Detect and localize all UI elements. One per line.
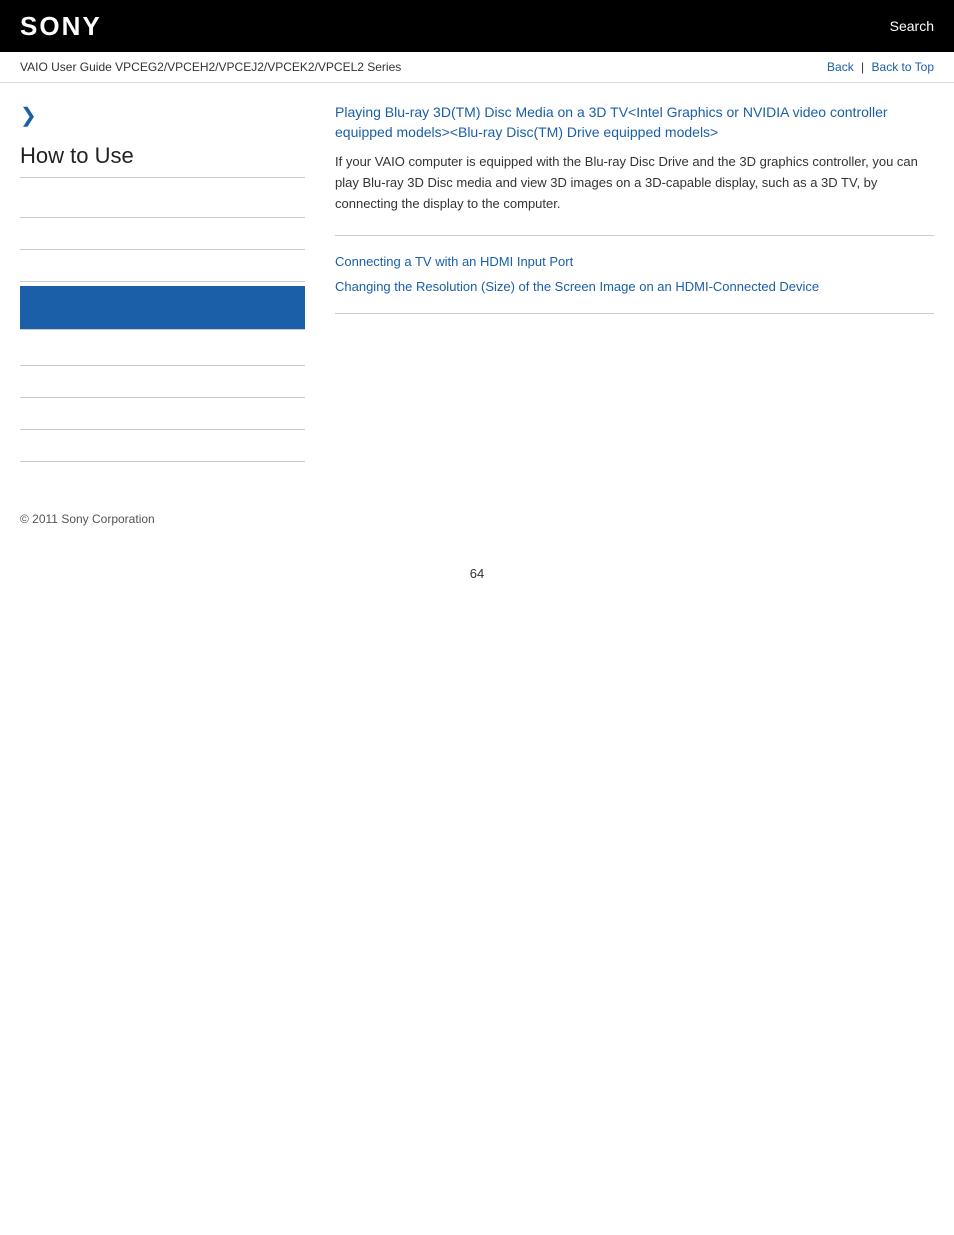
main-content: ❯ How to Use Playing Blu-ray 3D(TM) Disc… bbox=[0, 83, 954, 482]
sidebar: ❯ How to Use bbox=[20, 103, 325, 462]
breadcrumb-bar: VAIO User Guide VPCEG2/VPCEH2/VPCEJ2/VPC… bbox=[0, 52, 954, 83]
sidebar-item-1[interactable] bbox=[20, 186, 305, 218]
sidebar-title: How to Use bbox=[20, 143, 305, 178]
sidebar-item-highlighted[interactable] bbox=[20, 286, 305, 330]
sidebar-item-3[interactable] bbox=[20, 250, 305, 282]
page-footer: © 2011 Sony Corporation bbox=[0, 482, 954, 546]
sidebar-item-5[interactable] bbox=[20, 334, 305, 366]
main-article-link[interactable]: Playing Blu-ray 3D(TM) Disc Media on a 3… bbox=[335, 103, 934, 142]
back-link[interactable]: Back bbox=[827, 60, 854, 74]
link-resolution-hdmi[interactable]: Changing the Resolution (Size) of the Sc… bbox=[335, 277, 934, 297]
content-area: Playing Blu-ray 3D(TM) Disc Media on a 3… bbox=[325, 103, 934, 462]
search-button[interactable]: Search bbox=[890, 18, 934, 34]
link-hdmi-tv[interactable]: Connecting a TV with an HDMI Input Port bbox=[335, 252, 934, 272]
breadcrumb-text: VAIO User Guide VPCEG2/VPCEH2/VPCEJ2/VPC… bbox=[20, 60, 401, 74]
content-divider-1 bbox=[335, 235, 934, 236]
content-divider-2 bbox=[335, 313, 934, 314]
breadcrumb-nav: Back | Back to Top bbox=[827, 60, 934, 74]
main-article-description: If your VAIO computer is equipped with t… bbox=[335, 152, 934, 214]
sidebar-item-8[interactable] bbox=[20, 430, 305, 462]
breadcrumb-separator: | bbox=[861, 60, 864, 74]
back-to-top-link[interactable]: Back to Top bbox=[872, 60, 934, 74]
sidebar-arrow-icon[interactable]: ❯ bbox=[20, 103, 305, 128]
sidebar-item-2[interactable] bbox=[20, 218, 305, 250]
sony-logo: SONY bbox=[20, 11, 102, 42]
page-header: SONY Search bbox=[0, 0, 954, 52]
copyright-text: © 2011 Sony Corporation bbox=[20, 512, 155, 526]
sidebar-item-6[interactable] bbox=[20, 366, 305, 398]
page-number: 64 bbox=[0, 546, 954, 601]
sidebar-item-7[interactable] bbox=[20, 398, 305, 430]
